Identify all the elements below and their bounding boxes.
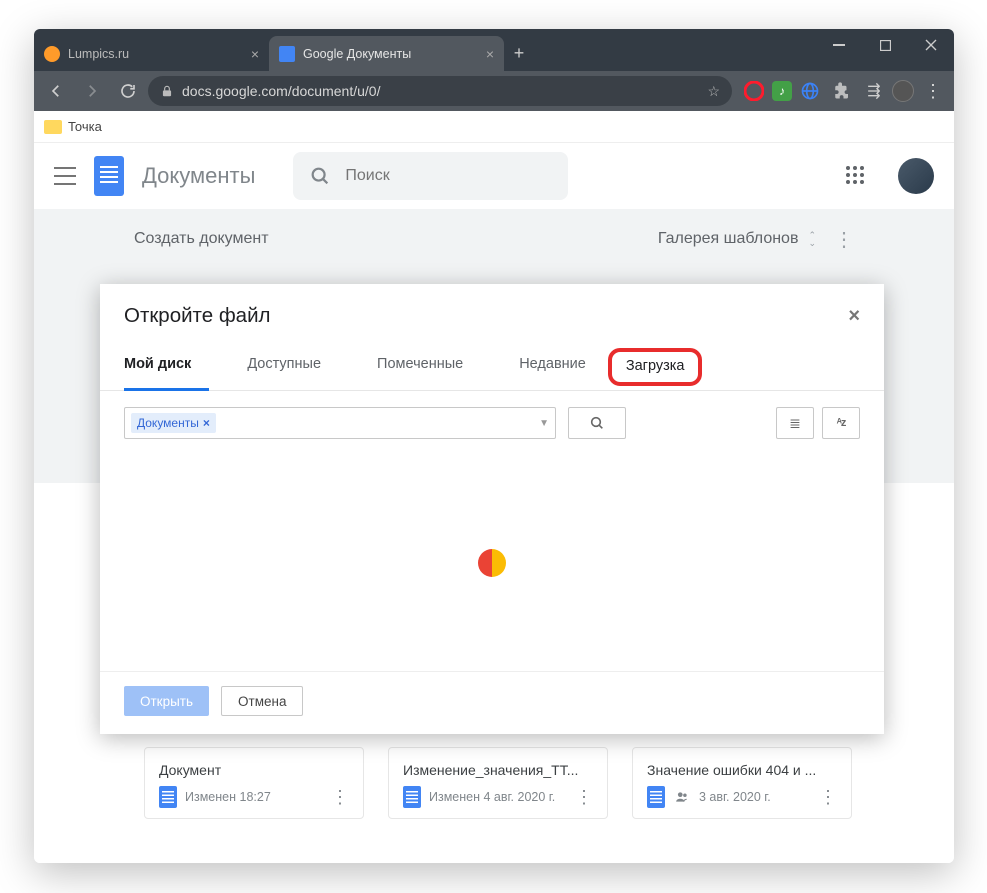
tab-starred[interactable]: Помеченные [359, 344, 481, 390]
loading-spinner-icon [478, 549, 506, 577]
open-button[interactable]: Открыть [124, 686, 209, 716]
favicon-lumpics [44, 46, 60, 62]
tab-upload[interactable]: Загрузка [608, 348, 703, 386]
chrome-menu-button[interactable]: ⋮ [918, 81, 948, 102]
tab-title: Google Документы [303, 47, 411, 61]
star-icon[interactable]: ☆ [707, 83, 720, 100]
forward-button[interactable] [76, 75, 108, 107]
open-file-dialog: Откройте файл × Мой диск Доступные Помеч… [100, 284, 884, 734]
browser-tabs: Lumpics.ru × Google Документы × + [34, 36, 534, 71]
docs-header: Документы [34, 143, 954, 209]
profile-avatar-small[interactable] [892, 80, 914, 102]
reload-button[interactable] [112, 75, 144, 107]
card-menu-icon[interactable]: ⋮ [575, 787, 593, 808]
folder-icon [44, 120, 62, 134]
list-view-button[interactable]: ≣ [776, 407, 814, 439]
browser-tab-lumpics[interactable]: Lumpics.ru × [34, 36, 269, 71]
profile-avatar[interactable] [898, 158, 934, 194]
shared-icon [673, 790, 691, 804]
reader-icon[interactable]: ⇶ [860, 77, 888, 105]
doc-icon [647, 786, 665, 808]
dialog-tabs: Мой диск Доступные Помеченные Недавние З… [100, 344, 884, 391]
tab-recent[interactable]: Недавние [501, 344, 604, 390]
window-controls [816, 29, 954, 61]
url-text: docs.google.com/document/u/0/ [182, 83, 380, 99]
dialog-footer: Открыть Отмена [100, 671, 884, 734]
template-gallery-button[interactable]: Галерея шаблонов [658, 230, 799, 248]
tab-title: Lumpics.ru [68, 47, 129, 61]
dialog-body [100, 455, 884, 671]
doc-icon [403, 786, 421, 808]
create-document-label: Создать документ [134, 230, 269, 248]
cancel-button[interactable]: Отмена [221, 686, 303, 716]
card-menu-icon[interactable]: ⋮ [819, 787, 837, 808]
app-title: Документы [142, 163, 255, 189]
document-card[interactable]: Документ Изменен 18:27 ⋮ [144, 747, 364, 819]
favicon-gdocs [279, 46, 295, 62]
sort-button[interactable]: ᴬz [822, 407, 860, 439]
dialog-title: Откройте файл [124, 304, 271, 328]
card-title: Изменение_значения_TT... [403, 762, 593, 778]
extension-icons: ♪ ⇶ ⋮ [736, 77, 948, 105]
chrome-window: Lumpics.ru × Google Документы × + docs.g… [34, 29, 954, 863]
minimize-button[interactable] [816, 29, 862, 61]
card-meta: Изменен 4 авг. 2020 г. [429, 790, 555, 804]
tab-my-drive[interactable]: Мой диск [124, 344, 209, 390]
tab-shared[interactable]: Доступные [229, 344, 339, 390]
templates-menu-button[interactable]: ⋮ [834, 227, 854, 252]
extensions-icon[interactable] [828, 77, 856, 105]
doc-icon [159, 786, 177, 808]
lock-icon [160, 84, 174, 98]
search-icon [309, 165, 331, 187]
filter-row: Документы × ▼ ≣ ᴬz [100, 391, 884, 455]
browser-tab-gdocs[interactable]: Google Документы × [269, 36, 504, 71]
new-tab-button[interactable]: + [504, 36, 534, 71]
dialog-close-button[interactable]: × [848, 305, 860, 328]
templates-bar: Создать документ Галерея шаблонов ⌃⌄ ⋮ [34, 209, 954, 269]
docs-page: Документы Создать документ Галерея шабло… [34, 143, 954, 863]
titlebar: Lumpics.ru × Google Документы × + [34, 29, 954, 71]
filter-chip[interactable]: Документы × [131, 413, 216, 433]
opera-icon[interactable] [740, 77, 768, 105]
apps-icon[interactable] [846, 166, 866, 186]
search-input[interactable] [345, 167, 552, 185]
close-window-button[interactable] [908, 29, 954, 61]
card-title: Документ [159, 762, 349, 778]
chip-remove-icon[interactable]: × [203, 416, 210, 430]
document-card[interactable]: Значение ошибки 404 и ... 3 авг. 2020 г.… [632, 747, 852, 819]
document-cards: Документ Изменен 18:27 ⋮ Изменение_значе… [144, 747, 894, 819]
search-button[interactable] [568, 407, 626, 439]
search-box[interactable] [293, 152, 568, 200]
expand-icon[interactable]: ⌃⌄ [808, 231, 816, 247]
card-meta: 3 авг. 2020 г. [699, 790, 771, 804]
music-icon[interactable]: ♪ [772, 81, 792, 101]
menu-icon[interactable] [54, 167, 76, 185]
card-meta: Изменен 18:27 [185, 790, 271, 804]
address-bar[interactable]: docs.google.com/document/u/0/ ☆ [148, 76, 732, 106]
bookmark-item[interactable]: Точка [68, 119, 102, 134]
bookmarks-bar: Точка [34, 111, 954, 143]
close-icon[interactable]: × [251, 46, 259, 62]
maximize-button[interactable] [862, 29, 908, 61]
docs-logo-icon [94, 156, 124, 196]
document-card[interactable]: Изменение_значения_TT... Изменен 4 авг. … [388, 747, 608, 819]
address-row: docs.google.com/document/u/0/ ☆ ♪ ⇶ ⋮ [34, 71, 954, 111]
back-button[interactable] [40, 75, 72, 107]
card-title: Значение ошибки 404 и ... [647, 762, 837, 778]
card-menu-icon[interactable]: ⋮ [331, 787, 349, 808]
globe-icon[interactable] [796, 77, 824, 105]
chevron-down-icon[interactable]: ▼ [539, 418, 549, 429]
chip-label: Документы [137, 416, 199, 430]
filter-chip-box[interactable]: Документы × ▼ [124, 407, 556, 439]
close-icon[interactable]: × [486, 46, 494, 62]
